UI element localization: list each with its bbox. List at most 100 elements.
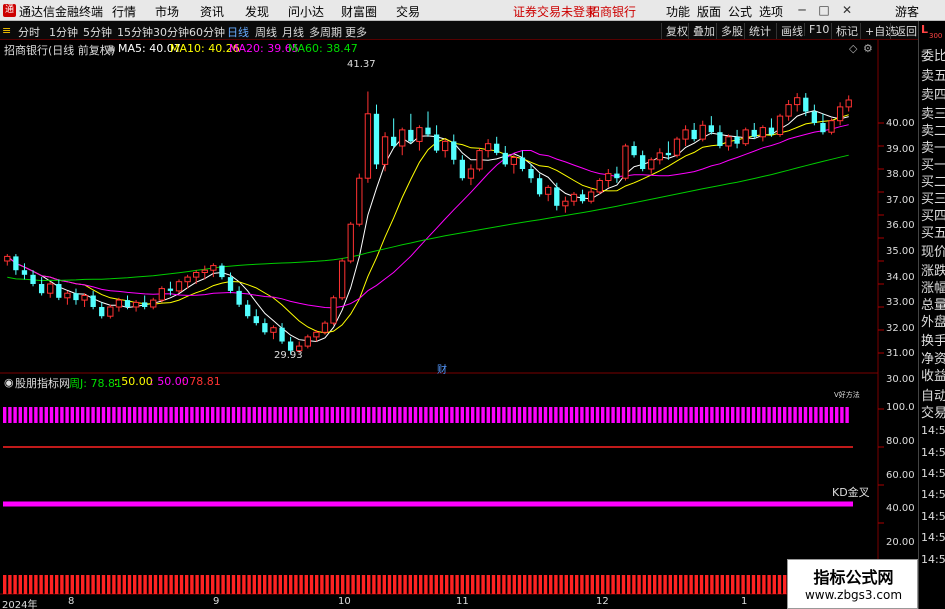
sidebar-item-buy5[interactable]: 买五	[921, 222, 945, 241]
adjust-button[interactable]: 复权	[661, 23, 688, 39]
indicator-bottom-bar	[138, 575, 142, 594]
sidebar-item-sell5[interactable]: 卖五	[921, 65, 945, 84]
tab-multi-period[interactable]: 多周期	[309, 24, 342, 40]
candle-body	[836, 106, 844, 122]
menu-item-layout[interactable]: 版面	[697, 3, 721, 20]
tab-1min[interactable]: 1分钟	[49, 24, 78, 40]
candle-body	[725, 136, 732, 147]
indicator-top-bar	[528, 407, 532, 423]
x-tick: 9	[213, 596, 220, 607]
menu-arrow-icon[interactable]: ≡	[2, 24, 11, 37]
candle-body	[99, 307, 105, 317]
tab-5min[interactable]: 5分钟	[83, 24, 112, 40]
sidebar-item-income[interactable]: 收益	[921, 365, 945, 384]
candle-body	[38, 284, 45, 294]
indicator-bottom-bar	[179, 575, 184, 594]
settings-icon[interactable]: ⚙	[863, 42, 873, 55]
indicator-top-bar	[741, 407, 745, 423]
tab-monthly[interactable]: 月线	[282, 24, 304, 40]
indicator-bottom-bar	[647, 575, 652, 594]
indicator-top-bar	[403, 407, 407, 423]
multi-stock-button[interactable]: 多股	[716, 23, 743, 39]
minimize-icon[interactable]: ─	[795, 3, 809, 17]
trade-time: 14:56	[921, 467, 945, 480]
indicator-bottom-bar	[434, 575, 438, 594]
app-title: 通达信金融终端	[19, 5, 104, 19]
indicator-top-bar	[751, 407, 756, 423]
mark-button[interactable]: 标记	[831, 23, 858, 39]
menu-item-assistant[interactable]: 问小达	[288, 3, 324, 20]
indicator-bottom-bar	[320, 575, 324, 594]
indicator-top-bar	[49, 407, 54, 423]
candle-body	[845, 99, 852, 108]
indicator-toggle-icon[interactable]: ◉	[4, 376, 14, 389]
indicator-bottom-bar	[148, 575, 152, 594]
indicator-bottom-bar	[569, 575, 574, 594]
close-icon[interactable]: ✕	[840, 3, 854, 17]
draw-line-button[interactable]: 画线	[776, 23, 803, 39]
overlay-button[interactable]: 叠加	[688, 23, 715, 39]
quote-sidebar: L 300 委比 卖五 卖四 卖三 卖二 卖一 买一 买二 买三 买四 买五 现…	[918, 21, 945, 609]
indicator-top-bar	[91, 407, 95, 423]
restore-icon[interactable]: □	[817, 3, 831, 17]
sidebar-item-weibi[interactable]: 委比	[921, 45, 945, 64]
indicator-top-bar	[294, 407, 298, 423]
diamond-icon[interactable]: ◇	[849, 42, 857, 55]
tab-more[interactable]: 更多	[345, 24, 367, 40]
sidebar-item-turnover[interactable]: 换手	[921, 330, 945, 349]
menu-item-discover[interactable]: 发现	[245, 3, 269, 20]
f10-button[interactable]: F10	[804, 23, 829, 36]
sidebar-item-trade[interactable]: 交易	[921, 402, 945, 421]
candle-body	[262, 323, 268, 333]
indicator-top-bar	[341, 407, 345, 423]
indicator-top-bar	[777, 407, 782, 423]
indicator-top-bar	[3, 407, 7, 423]
indicator-top-bar	[814, 407, 818, 423]
guest-label[interactable]: 游客	[895, 3, 919, 20]
back-button[interactable]: 返回	[890, 23, 917, 39]
indicator-top-bar	[23, 407, 28, 423]
tab-weekly[interactable]: 周线	[255, 24, 277, 40]
indicator-top-bar	[621, 407, 626, 423]
menu-item-news[interactable]: 资讯	[200, 3, 224, 20]
kline-chart-canvas[interactable]	[0, 40, 918, 609]
indicator-top-bar	[356, 407, 360, 423]
indicator-top-label: V好方法	[834, 391, 860, 399]
indicator-top-bar	[70, 407, 74, 423]
menu-item-trade[interactable]: 交易	[396, 3, 420, 20]
candle-body	[158, 288, 166, 301]
menu-item-function[interactable]: 功能	[666, 3, 690, 20]
indicator-top-bar	[757, 407, 761, 423]
indicator-y-tick: 40.00	[886, 503, 915, 514]
finance-marker[interactable]: 财	[437, 361, 447, 376]
candle-body	[193, 272, 200, 278]
indicator-bottom-bar	[273, 575, 277, 594]
tab-15min[interactable]: 15分钟	[117, 24, 153, 40]
indicator-top-bar	[117, 407, 121, 423]
tab-30min[interactable]: 30分钟	[153, 24, 189, 40]
tab-daily[interactable]: 日线	[227, 24, 249, 40]
sidebar-item-outer[interactable]: 外盘	[921, 311, 945, 330]
candle-body	[373, 113, 380, 165]
indicator-bottom-bar	[731, 575, 735, 594]
tab-intraday[interactable]: 分时	[18, 24, 40, 40]
indicator-bottom-bar	[585, 575, 589, 594]
menu-item-wealth[interactable]: 财富圈	[341, 3, 377, 20]
indicator-bottom-bar	[34, 575, 38, 594]
menu-item-quotes[interactable]: 行情	[112, 3, 136, 20]
menu-item-options[interactable]: 选项	[759, 3, 783, 20]
sidebar-item-price[interactable]: 现价	[921, 241, 945, 260]
tab-60min[interactable]: 60分钟	[189, 24, 225, 40]
login-status[interactable]: 证券交易未登录	[513, 3, 597, 20]
sidebar-item-sell4[interactable]: 卖四	[921, 84, 945, 103]
ma-toggle-icon[interactable]: ◉	[106, 42, 116, 55]
indicator-bottom-bar	[767, 575, 771, 594]
candle-body	[184, 276, 191, 283]
menu-item-market[interactable]: 市场	[155, 3, 179, 20]
candle-body	[338, 260, 346, 299]
menu-item-formula[interactable]: 公式	[728, 3, 752, 20]
watermark-title: 指标公式网	[813, 568, 894, 587]
indicator-top-bar	[174, 407, 178, 423]
statistics-button[interactable]: 统计	[744, 23, 771, 39]
broker-name[interactable]: 招商银行	[588, 3, 636, 20]
